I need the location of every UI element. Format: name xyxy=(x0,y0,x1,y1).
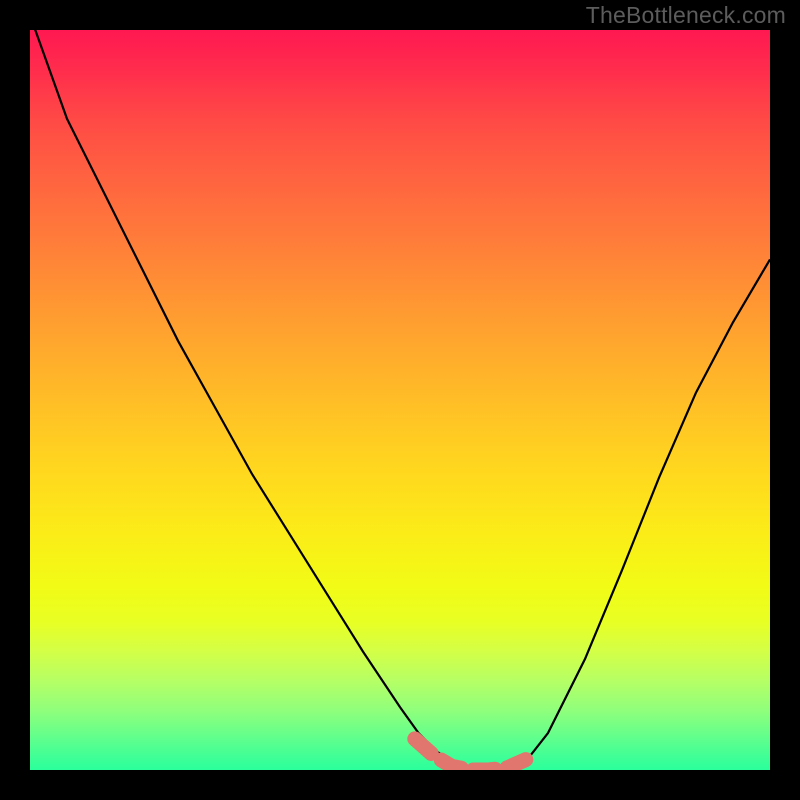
optimal-band-marker xyxy=(415,739,526,770)
plot-area xyxy=(30,30,770,770)
attribution-text: TheBottleneck.com xyxy=(586,2,786,29)
bottleneck-curve xyxy=(30,30,770,770)
chart-svg xyxy=(30,30,770,770)
